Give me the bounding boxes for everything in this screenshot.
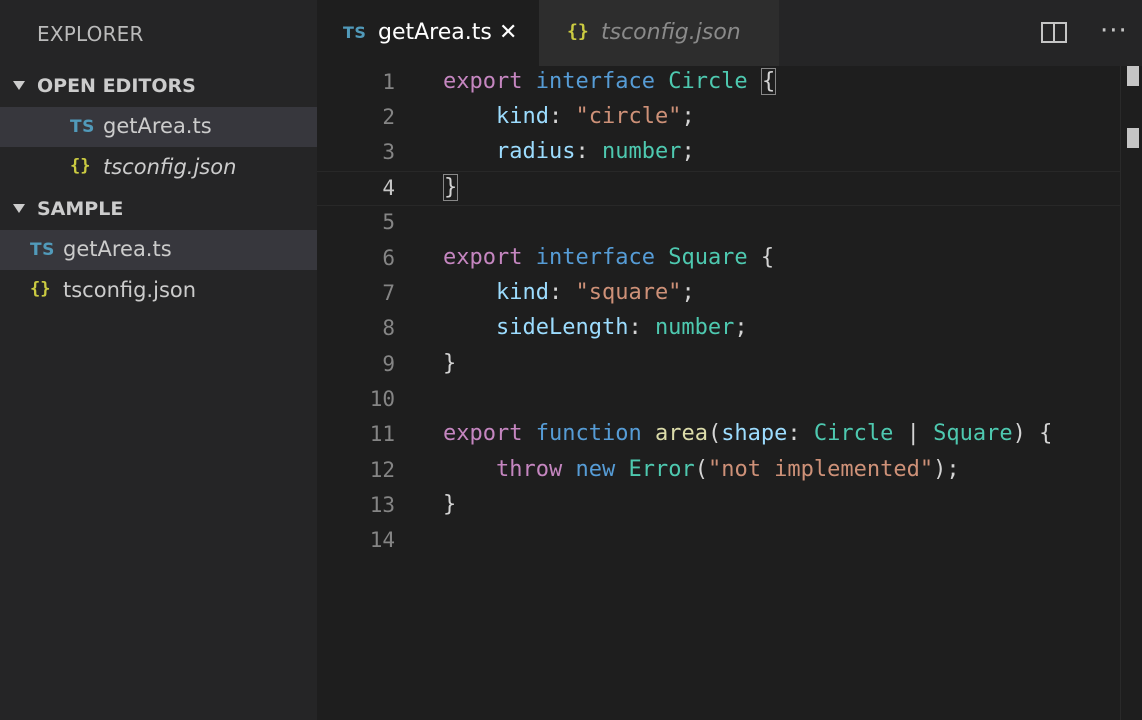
code-text: }: [443, 492, 457, 517]
line-number: 12: [369, 458, 395, 482]
sample-folder-header[interactable]: SAMPLE: [0, 189, 317, 229]
code-editor[interactable]: 1 export interface Circle { 2 kind: "cir…: [317, 66, 1142, 720]
tab-tsconfig[interactable]: {} tsconfig.json: [539, 0, 779, 66]
line-number: 2: [382, 105, 395, 129]
open-editors-section-header[interactable]: OPEN EDITORS: [0, 66, 317, 106]
typescript-file-icon: TS: [343, 23, 367, 42]
open-editor-item-getarea[interactable]: TS getArea.ts: [0, 107, 317, 147]
tab-getarea[interactable]: TS getArea.ts ✕: [317, 0, 539, 66]
code-line: 2 kind: "circle";: [317, 101, 1142, 136]
code-line: 8 sideLength: number;: [317, 312, 1142, 347]
code-line: 14: [317, 524, 1142, 559]
line-number: 3: [382, 140, 395, 164]
code-text: kind: "circle";: [495, 104, 695, 129]
tab-label: tsconfig.json: [601, 20, 741, 45]
code-text: }: [443, 174, 459, 201]
code-text: }: [443, 351, 457, 376]
typescript-file-icon: TS: [70, 117, 95, 137]
code-text: export interface Circle {: [443, 68, 777, 95]
editor-tab-bar: TS getArea.ts ✕ {} tsconfig.json ···: [317, 0, 1142, 66]
line-number: 5: [382, 210, 395, 234]
code-line: 10: [317, 383, 1142, 418]
code-text: sideLength: number;: [495, 315, 748, 340]
code-text: throw new Error("not implemented");: [495, 457, 960, 482]
typescript-file-icon: TS: [30, 240, 55, 260]
code-text: export function area(shape: Circle | Squ…: [443, 421, 1053, 446]
open-editor-label: tsconfig.json: [103, 155, 237, 179]
code-line: 11 export function area(shape: Circle | …: [317, 418, 1142, 453]
code-line: 13 }: [317, 489, 1142, 524]
code-line: 6 export interface Square {: [317, 242, 1142, 277]
split-editor-icon[interactable]: [1041, 22, 1067, 43]
line-number: 8: [382, 316, 395, 340]
code-line: 12 throw new Error("not implemented");: [317, 454, 1142, 489]
more-actions-icon[interactable]: ···: [1100, 16, 1128, 46]
overview-ruler-marker: [1127, 128, 1139, 148]
file-label: tsconfig.json: [63, 278, 197, 302]
code-line: 5: [317, 206, 1142, 241]
line-number: 9: [382, 352, 395, 376]
code-text: kind: "square";: [495, 280, 695, 305]
code-line: 1 export interface Circle {: [317, 66, 1142, 101]
open-editor-item-tsconfig[interactable]: {} tsconfig.json: [0, 148, 317, 188]
explorer-title: EXPLORER: [37, 22, 144, 46]
json-file-icon: {}: [567, 21, 589, 42]
open-editor-label: getArea.ts: [103, 114, 212, 138]
tab-label: getArea.ts: [378, 20, 492, 45]
editor-scrollbar[interactable]: [1120, 66, 1142, 720]
json-file-icon: {}: [30, 279, 51, 299]
json-file-icon: {}: [70, 156, 91, 176]
sample-folder-label: SAMPLE: [37, 198, 124, 220]
line-number: 14: [369, 528, 395, 552]
line-number: 10: [369, 387, 395, 411]
scrollbar-thumb[interactable]: [1127, 66, 1139, 86]
code-line: 9 }: [317, 348, 1142, 383]
line-number: 1: [382, 70, 395, 94]
code-line: 3 radius: number;: [317, 136, 1142, 171]
file-label: getArea.ts: [63, 237, 172, 261]
chevron-down-icon: [13, 81, 25, 90]
file-item-getarea[interactable]: TS getArea.ts: [0, 230, 317, 270]
chevron-down-icon: [13, 204, 25, 213]
line-number: 13: [369, 493, 395, 517]
line-number: 6: [382, 246, 395, 270]
code-text: export interface Square {: [443, 245, 775, 270]
code-line: 7 kind: "square";: [317, 277, 1142, 312]
explorer-sidebar: EXPLORER OPEN EDITORS TS getArea.ts {} t…: [0, 0, 317, 720]
line-number: 7: [382, 281, 395, 305]
code-text: radius: number;: [495, 139, 695, 164]
close-icon[interactable]: ✕: [499, 20, 517, 45]
line-number: 11: [369, 422, 395, 446]
file-item-tsconfig[interactable]: {} tsconfig.json: [0, 271, 317, 311]
open-editors-label: OPEN EDITORS: [37, 75, 196, 97]
code-line-current: 4 }: [317, 171, 1142, 206]
line-number: 4: [382, 176, 395, 200]
